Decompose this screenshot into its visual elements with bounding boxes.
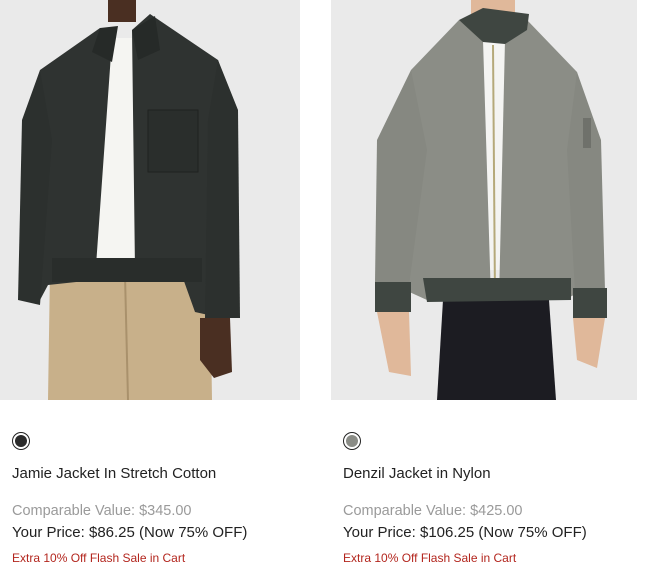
product-card-denzil: Denzil Jacket in Nylon Comparable Value:…	[331, 0, 637, 565]
your-price: Your Price: $106.25 (Now 75% OFF)	[343, 524, 587, 541]
product-photo-jamie-jacket	[0, 0, 300, 400]
color-swatch[interactable]	[343, 432, 361, 450]
color-swatches	[343, 432, 361, 450]
comparable-value: Comparable Value: $425.00	[343, 503, 523, 519]
your-price: Your Price: $86.25 (Now 75% OFF)	[12, 524, 248, 541]
product-name[interactable]: Jamie Jacket In Stretch Cotton	[12, 465, 216, 482]
comparable-value: Comparable Value: $345.00	[12, 503, 192, 519]
product-image[interactable]	[0, 0, 300, 400]
product-grid: Jamie Jacket In Stretch Cotton Comparabl…	[0, 0, 654, 574]
product-photo-denzil-jacket	[331, 0, 637, 400]
swatch-dot-denzil	[346, 435, 358, 447]
swatch-dot-jamie	[15, 435, 27, 447]
promo-text: Extra 10% Off Flash Sale in Cart	[12, 551, 186, 565]
color-swatches	[12, 432, 30, 450]
product-image[interactable]	[331, 0, 637, 400]
product-name[interactable]: Denzil Jacket in Nylon	[343, 465, 491, 482]
color-swatch[interactable]	[12, 432, 30, 450]
product-card-jamie: Jamie Jacket In Stretch Cotton Comparabl…	[0, 0, 300, 565]
promo-text: Extra 10% Off Flash Sale in Cart	[343, 551, 517, 565]
